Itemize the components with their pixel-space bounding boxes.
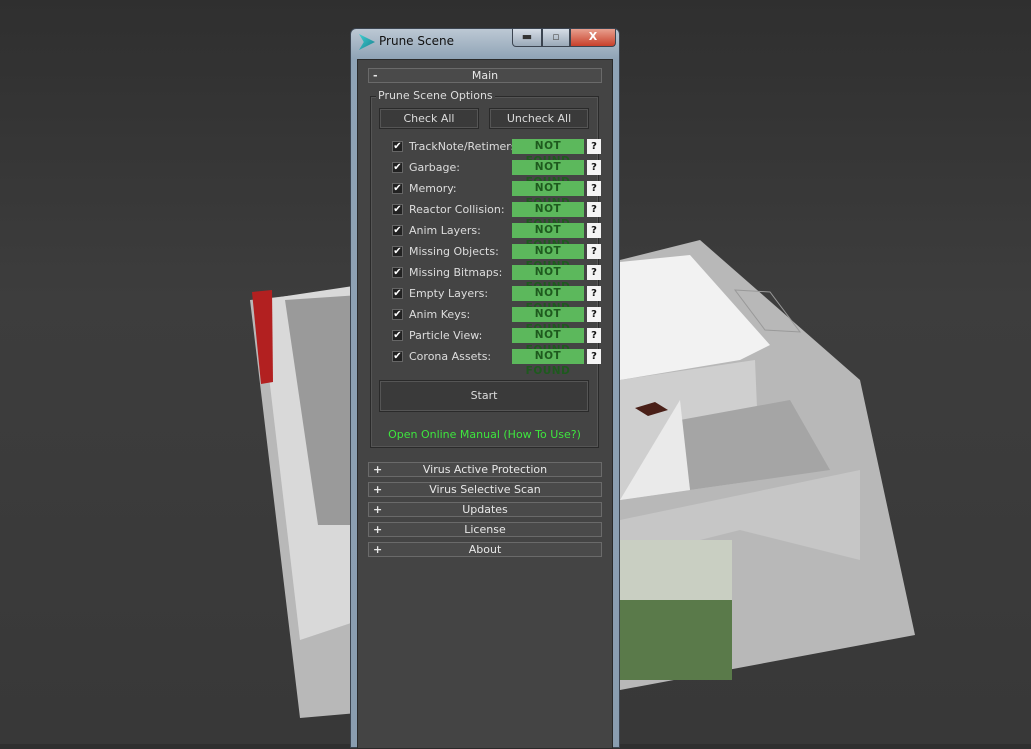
online-manual-link[interactable]: Open Online Manual (How To Use?) <box>371 428 598 441</box>
checkbox[interactable]: ✔ <box>392 288 403 299</box>
minimize-button[interactable]: ▬ <box>512 29 542 47</box>
prune-option-row: ✔ Reactor Collision: NOT FOUND ? <box>392 202 604 230</box>
check-all-button[interactable]: Check All <box>379 108 479 129</box>
prune-option-row: ✔ Memory: NOT FOUND ? <box>392 181 604 209</box>
status-badge: NOT FOUND <box>512 307 584 335</box>
prune-option-row: ✔ Anim Keys: NOT FOUND ? <box>392 307 604 335</box>
checkbox[interactable]: ✔ <box>392 183 403 194</box>
start-button[interactable]: Start <box>379 380 589 412</box>
help-button[interactable]: ? <box>587 349 601 364</box>
option-label: Particle View: <box>409 329 483 342</box>
expand-icon: + <box>373 543 383 556</box>
checkbox[interactable]: ✔ <box>392 351 403 362</box>
maximize-button[interactable]: ▫ <box>542 29 570 47</box>
option-label: Memory: <box>409 182 457 195</box>
status-badge: NOT FOUND <box>512 181 584 209</box>
status-badge: NOT FOUND <box>512 349 584 377</box>
app-icon <box>359 34 375 50</box>
help-button[interactable]: ? <box>587 202 601 217</box>
prune-option-row: ✔ Particle View: NOT FOUND ? <box>392 328 604 356</box>
option-label: Garbage: <box>409 161 460 174</box>
help-button[interactable]: ? <box>587 244 601 259</box>
rollout-label: Updates <box>462 503 508 516</box>
help-button[interactable]: ? <box>587 265 601 280</box>
rollout-virus-active-protection[interactable]: + Virus Active Protection <box>368 462 602 477</box>
expand-icon: + <box>373 463 383 476</box>
checkbox[interactable]: ✔ <box>392 330 403 341</box>
status-badge: NOT FOUND <box>512 328 584 356</box>
option-label: TrackNote/Retimers: <box>409 140 521 153</box>
close-button[interactable]: X <box>570 29 616 47</box>
prune-option-row: ✔ Corona Assets: NOT FOUND ? <box>392 349 604 377</box>
status-badge: NOT FOUND <box>512 265 584 293</box>
rollout-label: Main <box>471 69 499 82</box>
rollout-label: Virus Selective Scan <box>429 483 541 496</box>
rollout-main[interactable]: - Main <box>368 68 602 83</box>
rollout-virus-selective-scan[interactable]: + Virus Selective Scan <box>368 482 602 497</box>
prune-option-row: ✔ Missing Bitmaps: NOT FOUND ? <box>392 265 604 293</box>
status-badge: NOT FOUND <box>512 139 584 167</box>
group-label: Prune Scene Options <box>376 89 495 102</box>
prune-scene-window: Prune Scene ▬ ▫ X - Main Check All Unche… <box>350 28 620 749</box>
prune-option-row: ✔ Missing Objects: NOT FOUND ? <box>392 244 604 272</box>
prune-option-row: ✔ Garbage: NOT FOUND ? <box>392 160 604 188</box>
uncheck-all-button[interactable]: Uncheck All <box>489 108 589 129</box>
help-button[interactable]: ? <box>587 223 601 238</box>
checkbox[interactable]: ✔ <box>392 204 403 215</box>
option-label: Corona Assets: <box>409 350 492 363</box>
checkbox[interactable]: ✔ <box>392 267 403 278</box>
rollout-updates[interactable]: + Updates <box>368 502 602 517</box>
prune-options-group: Check All Uncheck All ✔ TrackNote/Retime… <box>370 96 601 448</box>
prune-option-row: ✔ TrackNote/Retimers: NOT FOUND ? <box>392 139 604 167</box>
rollout-license[interactable]: + License <box>368 522 602 537</box>
rollout-label: About <box>468 543 502 556</box>
checkbox[interactable]: ✔ <box>392 246 403 257</box>
rollout-about[interactable]: + About <box>368 542 602 557</box>
checkbox[interactable]: ✔ <box>392 141 403 152</box>
expand-icon: + <box>373 523 383 536</box>
option-label: Missing Objects: <box>409 245 499 258</box>
option-label: Anim Keys: <box>409 308 471 321</box>
prune-option-row: ✔ Anim Layers: NOT FOUND ? <box>392 223 604 251</box>
help-button[interactable]: ? <box>587 307 601 322</box>
status-badge: NOT FOUND <box>512 286 584 314</box>
option-label: Missing Bitmaps: <box>409 266 503 279</box>
help-button[interactable]: ? <box>587 286 601 301</box>
prune-option-row: ✔ Empty Layers: NOT FOUND ? <box>392 286 604 314</box>
help-button[interactable]: ? <box>587 160 601 175</box>
checkbox[interactable]: ✔ <box>392 225 403 236</box>
rollout-label: License <box>464 523 506 536</box>
help-button[interactable]: ? <box>587 328 601 343</box>
rollout-label: Virus Active Protection <box>422 463 548 476</box>
expand-icon: + <box>373 483 383 496</box>
collapse-icon: - <box>373 69 378 82</box>
status-badge: NOT FOUND <box>512 223 584 251</box>
checkbox[interactable]: ✔ <box>392 309 403 320</box>
option-label: Reactor Collision: <box>409 203 505 216</box>
window-title: Prune Scene <box>379 34 454 48</box>
title-bar[interactable]: Prune Scene ▬ ▫ X <box>351 29 619 56</box>
option-label: Empty Layers: <box>409 287 489 300</box>
option-label: Anim Layers: <box>409 224 481 237</box>
expand-icon: + <box>373 503 383 516</box>
help-button[interactable]: ? <box>587 181 601 196</box>
checkbox[interactable]: ✔ <box>392 162 403 173</box>
panel-client: - Main Check All Uncheck All ✔ TrackNote… <box>357 59 613 749</box>
status-badge: NOT FOUND <box>512 244 584 272</box>
help-button[interactable]: ? <box>587 139 601 154</box>
status-badge: NOT FOUND <box>512 202 584 230</box>
status-badge: NOT FOUND <box>512 160 584 188</box>
